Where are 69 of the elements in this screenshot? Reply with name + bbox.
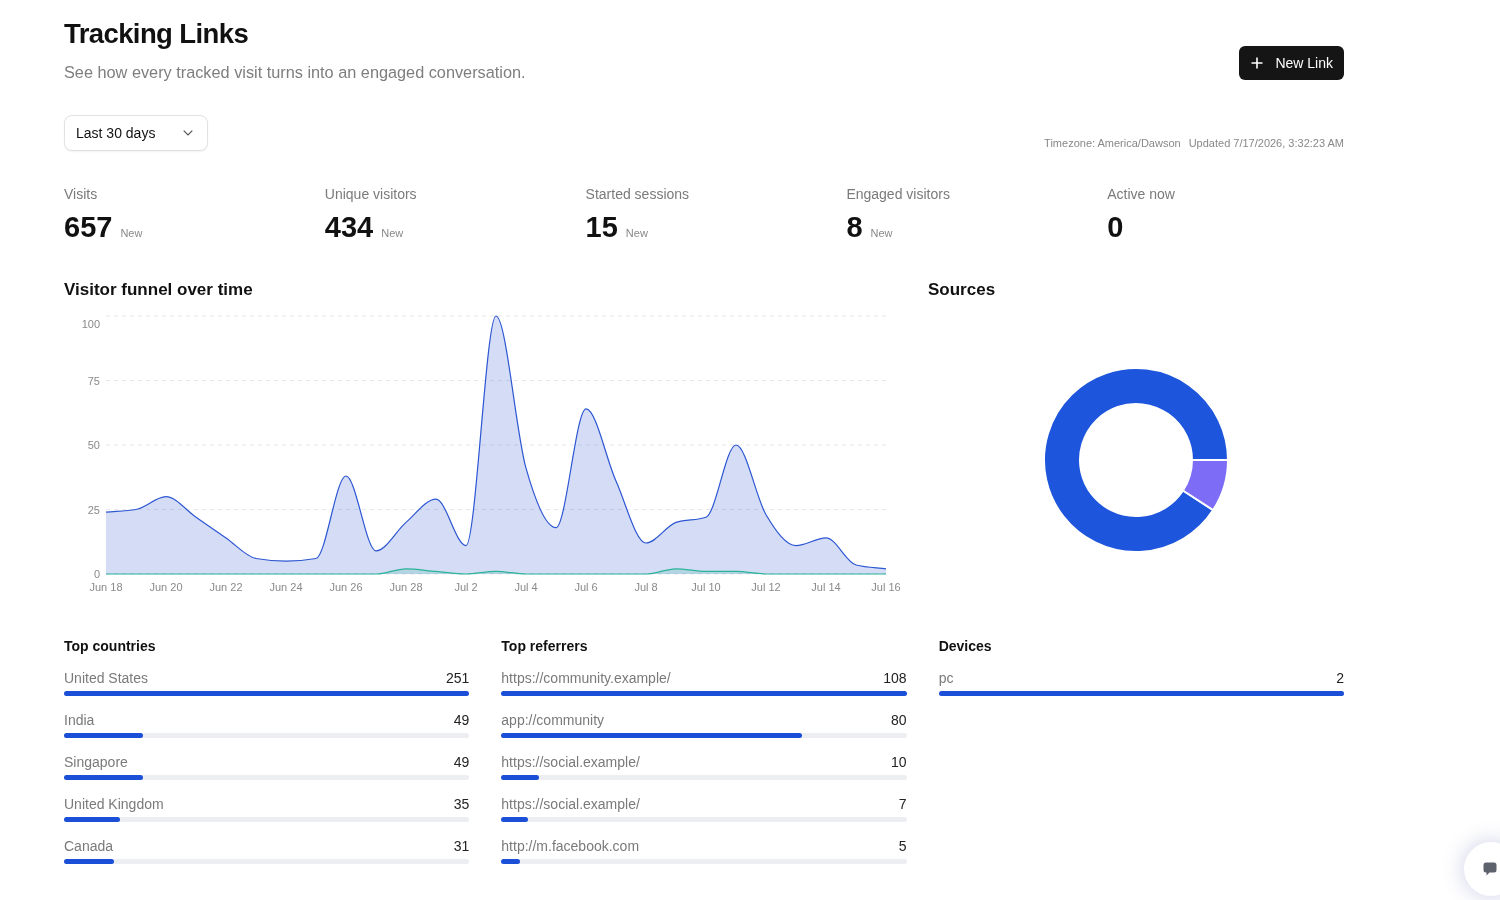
plus-icon [1251,57,1264,69]
axis-label: Jul 14 [811,581,841,593]
stat-value: 15 [585,210,618,244]
stat-label: Started sessions [585,185,690,204]
list-item-count: 31 [453,837,470,855]
list-item-label: United Kingdom [64,795,164,813]
stat-value: 657 [64,210,113,244]
axis-label: 0 [93,568,100,580]
chevron-down-icon [183,130,193,136]
list-title: Top referrers [501,637,588,655]
axis-label: Jul 2 [454,581,478,593]
list-item-count: 35 [453,795,470,813]
stat-value: 0 [1107,210,1124,244]
list-item-label: Canada [64,837,114,855]
stat-label: Engaged visitors [846,185,950,204]
list-item-label: https://social.example/ [501,753,640,771]
stat-label: Visits [64,185,98,204]
axis-label: Jun 24 [269,581,303,593]
list-item-label: app://community [501,711,605,729]
axis-label: 100 [81,318,100,330]
list-item-label: https://community.example/ [501,669,671,687]
page-subtitle: See how every tracked visit turns into an engaged conversation. [64,62,526,82]
timezone-text: Timezone: America/Dawson [1044,136,1181,150]
list-title: Devices [938,637,992,655]
chart-title: Visitor funnel over time [64,280,253,300]
list-item-count: 5 [898,837,907,855]
list-item-label: India [64,711,95,729]
axis-label: Jun 18 [89,581,123,593]
page-title: Tracking Links [64,17,249,51]
stat-note: New [120,227,143,239]
axis-label: Jul 8 [634,581,658,593]
axis-label: Jul 6 [574,581,598,593]
axis-label: Jul 10 [691,581,721,593]
chart-title: Sources [928,280,996,300]
axis-label: Jul 4 [514,581,538,593]
stat-note: New [381,227,404,239]
axis-label: 50 [87,439,100,451]
list-item-label: https://social.example/ [501,795,640,813]
speech-bubble-icon [1483,862,1497,876]
axis-label: 25 [87,503,100,516]
list-item-count: 7 [898,795,907,813]
list-item-count: 49 [453,753,470,771]
stat-value: 8 [846,210,863,244]
list-item-count: 10 [891,753,907,771]
stat-label: Unique visitors [324,185,417,204]
list-item-count: 251 [445,669,470,687]
list-item-count: 2 [1336,669,1344,687]
list-item-label: Singapore [64,753,128,771]
axis-label: 75 [87,374,100,387]
list-title: Top countries [64,637,156,655]
list-item-count: 49 [453,711,470,729]
axis-label: Jun 26 [329,581,363,593]
stat-note: New [870,227,893,239]
list-item-label: United States [64,669,149,687]
axis-label: Jun 22 [209,581,243,593]
list-item-label: http://m.facebook.com [501,837,640,855]
updated-text: Updated 7/17/2026, 3:32:23 AM [1188,136,1344,150]
axis-label: Jul 12 [751,581,781,593]
axis-label: Jun 20 [149,581,183,593]
stat-label: Active now [1107,185,1175,204]
list-item-label: pc [938,669,954,687]
stat-value: 434 [324,210,374,244]
axis-label: Jun 28 [389,581,423,593]
stat-note: New [625,227,648,239]
axis-label: Jul 16 [871,581,901,593]
list-item-count: 108 [883,669,907,687]
list-item-count: 80 [891,711,907,729]
date-range-dropdown[interactable]: Last 30 days [64,115,208,151]
new-link-button[interactable]: New Link [1239,46,1344,80]
